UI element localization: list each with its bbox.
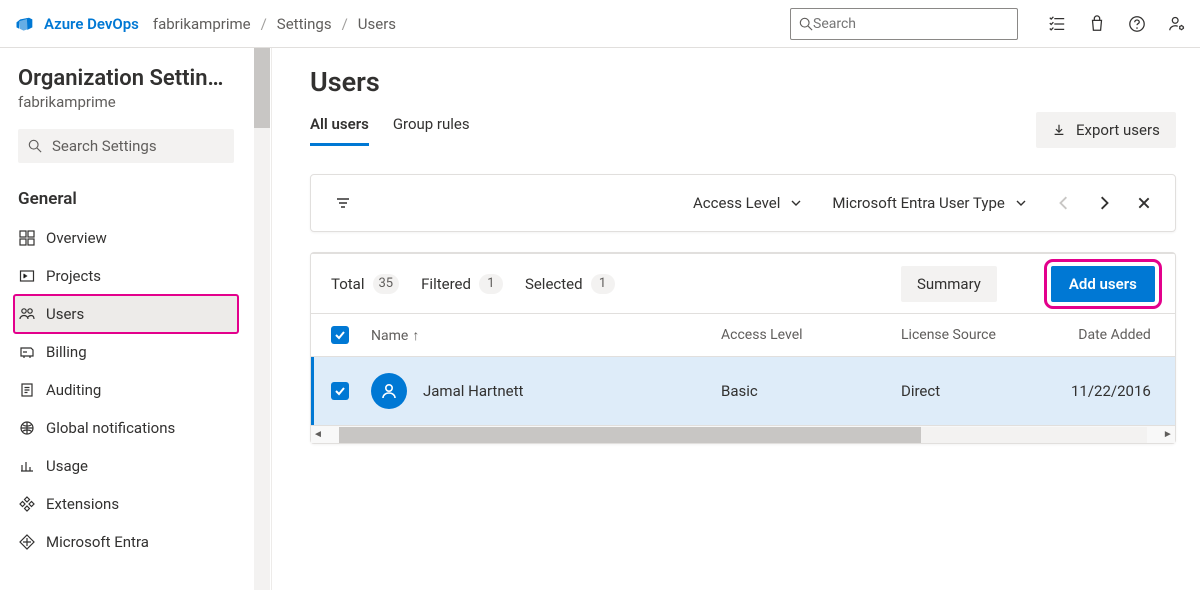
filter-icon[interactable] <box>335 195 351 211</box>
sidebar-item-label: Projects <box>46 267 101 285</box>
usage-icon <box>18 457 36 475</box>
sidebar-item-extensions[interactable]: Extensions <box>18 485 234 523</box>
top-icon-group <box>1048 15 1186 33</box>
sidebar-item-users[interactable]: Users <box>14 295 238 333</box>
sidebar-search-input[interactable]: Search Settings <box>18 129 234 163</box>
topbar: Azure DevOps fabrikamprime / Settings / … <box>0 0 1200 48</box>
dropdown-label: Access Level <box>693 194 780 212</box>
help-icon[interactable] <box>1128 15 1146 33</box>
sidebar-item-label: Microsoft Entra <box>46 533 149 551</box>
sidebar-item-label: Billing <box>46 343 87 361</box>
sidebar-item-auditing[interactable]: Auditing <box>18 371 234 409</box>
breadcrumb-users[interactable]: Users <box>358 15 396 33</box>
task-list-icon[interactable] <box>1048 15 1066 33</box>
table-horizontal-scrollbar[interactable]: ◄ ► <box>311 425 1175 443</box>
filter-next-button[interactable] <box>1097 196 1111 210</box>
sidebar-item-label: Users <box>46 305 84 323</box>
sidebar-item-projects[interactable]: Projects <box>18 257 234 295</box>
tab-group-rules[interactable]: Group rules <box>393 115 470 146</box>
export-users-label: Export users <box>1076 121 1160 139</box>
breadcrumb-settings[interactable]: Settings <box>277 15 332 33</box>
user-name: Jamal Hartnett <box>423 382 523 400</box>
notifications-icon <box>18 419 36 437</box>
sidebar-scrollbar[interactable] <box>252 48 272 590</box>
filter-prev-button[interactable] <box>1057 196 1071 210</box>
sidebar-item-label: Overview <box>46 229 107 247</box>
global-search-input[interactable] <box>790 8 1018 40</box>
sidebar-item-billing[interactable]: Billing <box>18 333 234 371</box>
stat-filtered: Filtered1 <box>421 274 503 294</box>
sidebar-item-label: Global notifications <box>46 419 175 437</box>
access-level-dropdown[interactable]: Access Level <box>693 194 802 212</box>
search-icon <box>28 139 42 153</box>
column-header-name[interactable]: Name↑ <box>371 327 721 344</box>
user-avatar-icon <box>371 373 407 409</box>
row-checkbox[interactable] <box>331 382 349 400</box>
column-header-access[interactable]: Access Level <box>721 327 901 343</box>
user-date-added: 11/22/2016 <box>1071 382 1155 400</box>
add-users-button[interactable]: Add users <box>1051 266 1155 302</box>
sidebar-search-placeholder: Search Settings <box>52 137 157 155</box>
tab-all-users[interactable]: All users <box>310 115 369 146</box>
sidebar-item-overview[interactable]: Overview <box>18 219 234 257</box>
sidebar-title: Organization Settin… <box>18 66 234 91</box>
projects-icon <box>18 267 36 285</box>
users-icon <box>18 305 36 323</box>
sidebar-item-usage[interactable]: Usage <box>18 447 234 485</box>
breadcrumb-separator: / <box>261 15 267 33</box>
stat-total: Total35 <box>331 274 399 294</box>
chevron-down-icon <box>1015 197 1027 209</box>
entra-icon <box>18 533 36 551</box>
marketplace-icon[interactable] <box>1088 15 1106 33</box>
billing-icon <box>18 343 36 361</box>
chevron-down-icon <box>790 197 802 209</box>
scroll-left-icon[interactable]: ◄ <box>311 429 325 440</box>
dropdown-label: Microsoft Entra User Type <box>832 194 1004 212</box>
user-settings-icon[interactable] <box>1168 15 1186 33</box>
sidebar: Organization Settin… fabrikamprime Searc… <box>0 48 252 590</box>
extensions-icon <box>18 495 36 513</box>
global-search-field[interactable] <box>813 16 1009 32</box>
table-header: Name↑ Access Level License Source Date A… <box>311 313 1175 357</box>
azure-devops-logo-icon <box>14 14 34 34</box>
user-license-source: Direct <box>901 382 1071 400</box>
stat-selected: Selected1 <box>525 274 615 294</box>
page-title: Users <box>310 66 1176 98</box>
filter-close-button[interactable] <box>1137 196 1151 210</box>
sidebar-item-label: Extensions <box>46 495 119 513</box>
entra-user-type-dropdown[interactable]: Microsoft Entra User Type <box>832 194 1026 212</box>
breadcrumb-separator: / <box>342 15 348 33</box>
sidebar-item-label: Usage <box>46 457 88 475</box>
user-access-level: Basic <box>721 382 901 400</box>
sort-ascending-icon: ↑ <box>412 328 419 344</box>
auditing-icon <box>18 381 36 399</box>
column-header-source[interactable]: License Source <box>901 327 1071 343</box>
table-row[interactable]: Jamal Hartnett Basic Direct 11/22/2016 <box>311 357 1175 425</box>
sidebar-item-microsoft-entra[interactable]: Microsoft Entra <box>18 523 234 561</box>
filter-card: Access Level Microsoft Entra User Type <box>310 174 1176 232</box>
search-icon <box>799 17 813 31</box>
summary-button[interactable]: Summary <box>901 266 997 302</box>
select-all-checkbox[interactable] <box>331 326 349 344</box>
users-table-card: Total35 Filtered1 Selected1 Summary Add … <box>310 252 1176 444</box>
column-header-date[interactable]: Date Added <box>1071 327 1155 343</box>
sidebar-nav: Overview Projects Users Billing Auditing… <box>18 219 234 561</box>
scroll-right-icon[interactable]: ► <box>1161 429 1175 440</box>
sidebar-subtitle: fabrikamprime <box>18 93 234 111</box>
download-icon <box>1052 123 1066 137</box>
tabs: All users Group rules <box>310 115 470 146</box>
export-users-button[interactable]: Export users <box>1036 112 1176 148</box>
breadcrumb-org[interactable]: fabrikamprime <box>153 15 251 33</box>
sidebar-item-label: Auditing <box>46 381 101 399</box>
sidebar-section-heading: General <box>18 189 234 209</box>
brand-name[interactable]: Azure DevOps <box>44 15 139 33</box>
sidebar-item-global-notifications[interactable]: Global notifications <box>18 409 234 447</box>
main-content: Users All users Group rules Export users… <box>272 48 1200 590</box>
overview-icon <box>18 229 36 247</box>
